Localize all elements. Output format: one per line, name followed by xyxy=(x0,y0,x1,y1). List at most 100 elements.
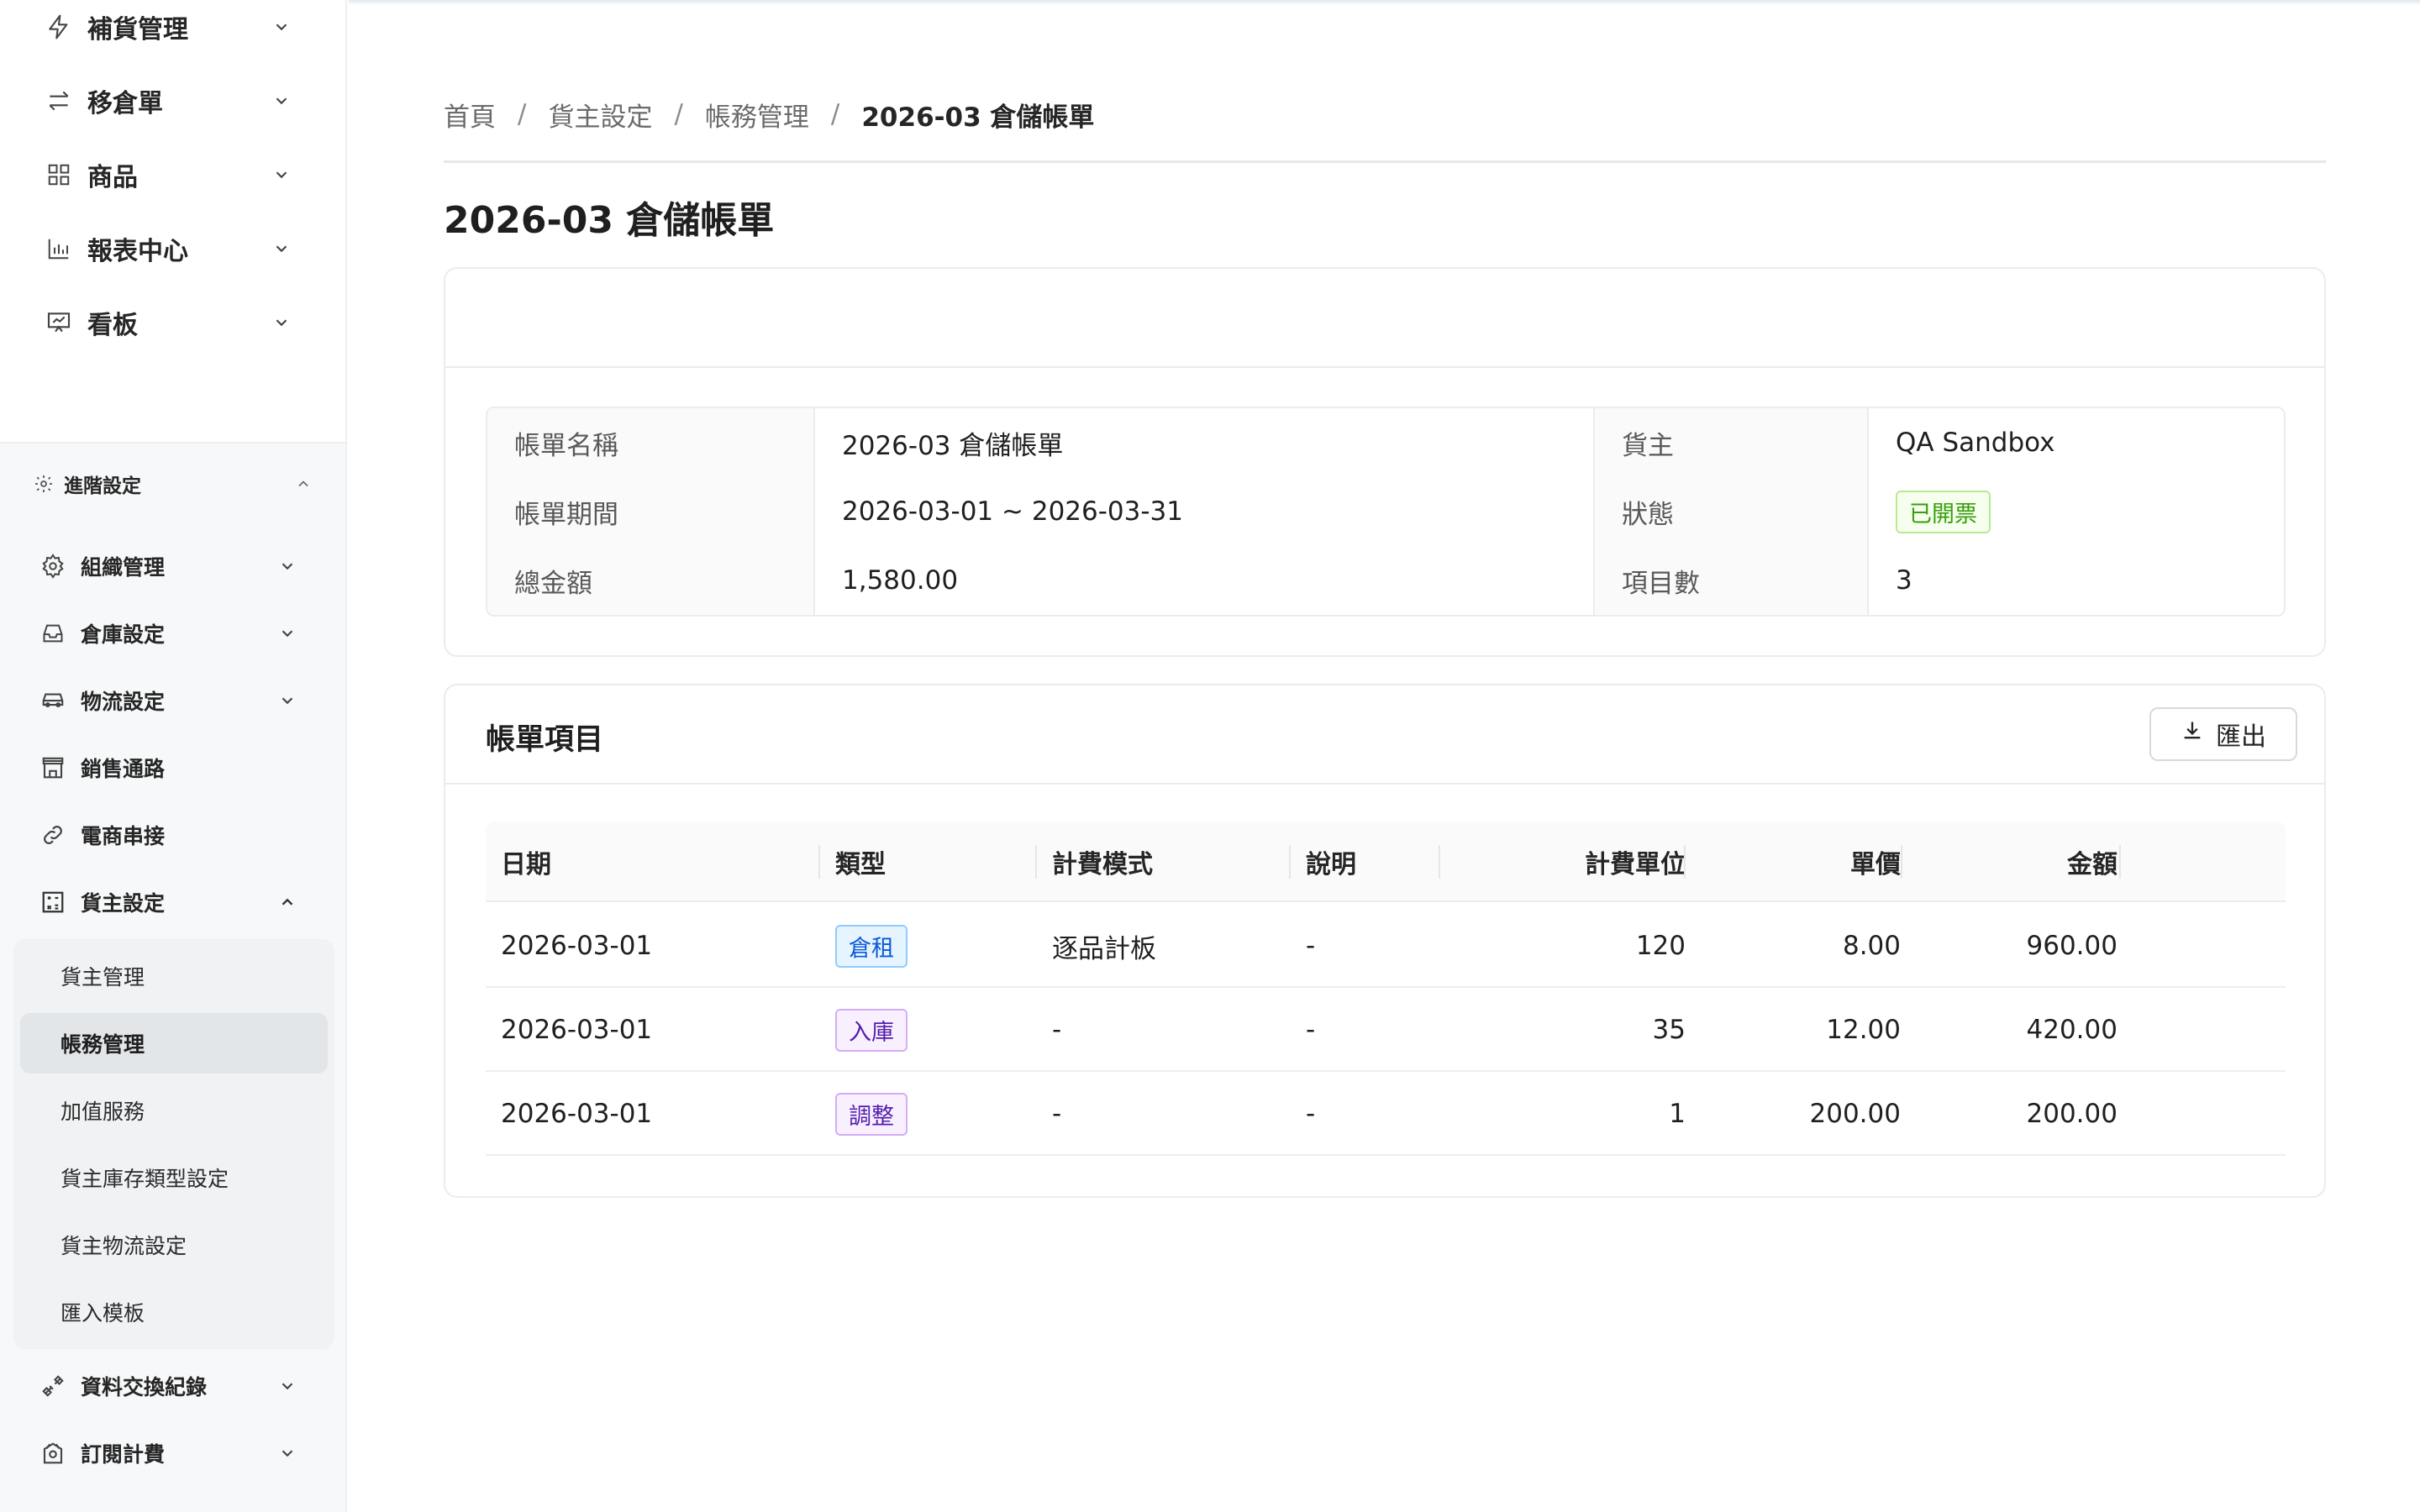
sidebar-item-organization[interactable]: 組織管理 xyxy=(0,534,345,598)
section-label: 進階設定 xyxy=(64,475,141,497)
cell-unit-price: 200.00 xyxy=(1809,1099,1901,1129)
cell-billing-units: 35 xyxy=(1652,1015,1686,1045)
sidebar-item-label: 商品 xyxy=(87,163,138,192)
breadcrumb-shipper-settings[interactable]: 貨主設定 xyxy=(548,96,652,134)
sidebar-item-data-exchange-log[interactable]: 資料交換紀錄 xyxy=(0,1354,345,1418)
export-button-label: 匯出 xyxy=(2216,722,2266,752)
chevron-up-icon xyxy=(292,473,314,495)
type-tag: 入庫 xyxy=(835,1008,908,1052)
column-header-amount[interactable]: 金額 xyxy=(1901,822,2118,902)
submenu-item-shipper-logistics[interactable]: 貨主物流設定 xyxy=(20,1215,328,1275)
sidebar-item-sales-channels[interactable]: 銷售通路 xyxy=(0,736,345,800)
column-header-billing-units[interactable]: 計費單位 xyxy=(1439,822,1686,902)
bill-description-table: 帳單名稱 2026-03 倉儲帳單 貨主 QA Sandbox 帳單期間 202… xyxy=(486,407,2286,617)
sidebar-item-ecommerce[interactable]: 電商串接 xyxy=(0,803,345,867)
transfer-icon xyxy=(44,86,74,116)
api-icon xyxy=(39,1372,67,1400)
field-label-shipper: 貨主 xyxy=(1595,408,1869,477)
card-header-divider xyxy=(445,783,2324,785)
column-header-unit-price[interactable]: 單價 xyxy=(1684,822,1901,902)
submenu-item-value-added-services[interactable]: 加值服務 xyxy=(20,1080,328,1141)
column-divider xyxy=(1289,845,1291,879)
column-header-date[interactable]: 日期 xyxy=(501,822,551,902)
card-header-divider xyxy=(445,366,2324,368)
cell-amount: 960.00 xyxy=(2026,931,2118,961)
cell-amount: 420.00 xyxy=(2026,1015,2118,1045)
submenu-item-label: 匯入模板 xyxy=(60,1301,145,1326)
breadcrumb-separator: / xyxy=(518,99,527,129)
cell-date: 2026-03-01 xyxy=(501,931,653,961)
sidebar-item-label: 訂閱計費 xyxy=(81,1442,166,1467)
chevron-down-icon xyxy=(269,14,294,39)
field-value-item-count: 3 xyxy=(1869,546,2284,615)
field-value-total-amount: 1,580.00 xyxy=(815,546,1595,615)
bar-chart-icon xyxy=(44,234,74,264)
table-row[interactable]: 2026-03-01 倉租 逐品計板 - 120 8.00 960.00 xyxy=(486,904,2286,988)
breadcrumb: 首頁 / 貨主設定 / 帳務管理 / 2026-03 倉儲帳單 xyxy=(444,96,1094,133)
table-row[interactable]: 2026-03-01 調整 - - 1 200.00 200.00 xyxy=(486,1072,2286,1156)
chevron-down-icon xyxy=(276,1441,299,1465)
submenu-item-shipper-management[interactable]: 貨主管理 xyxy=(20,946,328,1006)
sidebar-item-shipper-settings[interactable]: 貨主設定 xyxy=(0,870,345,934)
field-label-bill-name: 帳單名稱 xyxy=(487,408,815,477)
submenu-item-label: 帳務管理 xyxy=(60,1032,145,1057)
sidebar-item-label: 物流設定 xyxy=(81,690,166,714)
chevron-down-icon xyxy=(269,236,294,261)
export-button[interactable]: 匯出 xyxy=(2149,707,2297,761)
column-header-type[interactable]: 類型 xyxy=(835,822,886,902)
sidebar-item-dashboard[interactable]: 看板 xyxy=(0,286,345,360)
cell-description: - xyxy=(1306,931,1316,961)
description-row: 總金額 1,580.00 項目數 3 xyxy=(487,546,2284,615)
bill-items-card: 帳單項目 匯出 日期 類型 計費模式 說明 計費單位 單價 金額 2026-03… xyxy=(444,684,2326,1198)
cell-date: 2026-03-01 xyxy=(501,1099,653,1129)
sidebar-item-products[interactable]: 商品 xyxy=(0,138,345,212)
cell-unit-price: 8.00 xyxy=(1842,931,1901,961)
chevron-down-icon xyxy=(269,88,294,113)
advanced-settings-header[interactable]: 進階設定 xyxy=(0,460,345,507)
calculator-icon xyxy=(39,888,67,916)
gear-icon xyxy=(39,552,67,580)
submenu-item-import-templates[interactable]: 匯入模板 xyxy=(20,1282,328,1342)
breadcrumb-separator: / xyxy=(674,99,683,129)
cell-unit-price: 12.00 xyxy=(1826,1015,1901,1045)
breadcrumb-home[interactable]: 首頁 xyxy=(444,96,496,134)
breadcrumb-billing-management[interactable]: 帳務管理 xyxy=(705,96,809,134)
gear-icon xyxy=(32,472,55,496)
sidebar-item-logistics[interactable]: 物流設定 xyxy=(0,669,345,732)
header-shadow xyxy=(349,0,2420,5)
sidebar-item-label: 資料交換紀錄 xyxy=(81,1375,208,1399)
inbox-icon xyxy=(39,619,67,648)
cell-billing-units: 1 xyxy=(1669,1099,1686,1129)
sidebar-item-warehouse[interactable]: 倉庫設定 xyxy=(0,601,345,665)
sidebar-item-label: 報表中心 xyxy=(87,237,188,266)
sidebar-item-label: 移倉單 xyxy=(87,89,163,118)
sidebar-item-reports[interactable]: 報表中心 xyxy=(0,212,345,286)
field-value-shipper: QA Sandbox xyxy=(1869,408,2284,477)
sidebar-item-replenishment[interactable]: 補貨管理 xyxy=(0,0,345,64)
table-row[interactable]: 2026-03-01 入庫 - - 35 12.00 420.00 xyxy=(486,988,2286,1072)
bolt-icon xyxy=(44,12,74,42)
field-value-bill-name: 2026-03 倉儲帳單 xyxy=(815,408,1595,477)
sidebar: 補貨管理 移倉單 商品 報表中心 看板 進階設定 組織管理 倉庫設定 物流設定 … xyxy=(0,0,347,1512)
sidebar-item-subscription[interactable]: 訂閱計費 xyxy=(0,1421,345,1485)
link-icon xyxy=(39,821,67,849)
submenu-item-inventory-type-settings[interactable]: 貨主庫存類型設定 xyxy=(20,1147,328,1208)
chevron-down-icon xyxy=(269,310,294,335)
column-header-billing-mode[interactable]: 計費模式 xyxy=(1052,822,1153,902)
chevron-down-icon xyxy=(269,162,294,187)
chevron-down-icon xyxy=(276,689,299,712)
chevron-up-icon xyxy=(276,890,299,914)
car-icon xyxy=(39,686,67,715)
submenu-item-billing-management[interactable]: 帳務管理 xyxy=(20,1013,328,1074)
status-badge: 已開票 xyxy=(1896,490,1991,533)
field-label-item-count: 項目數 xyxy=(1595,546,1869,615)
sidebar-item-transfer[interactable]: 移倉單 xyxy=(0,64,345,138)
breadcrumb-current: 2026-03 倉儲帳單 xyxy=(861,102,1095,133)
sidebar-item-label: 貨主設定 xyxy=(81,891,166,916)
description-row: 帳單期間 2026-03-01 ~ 2026-03-31 狀態 已開票 xyxy=(487,477,2284,546)
breadcrumb-separator: / xyxy=(830,99,840,129)
sidebar-item-label: 看板 xyxy=(87,311,138,340)
column-header-description[interactable]: 說明 xyxy=(1306,822,1356,902)
field-value-status: 已開票 xyxy=(1869,477,2284,546)
cell-description: - xyxy=(1306,1099,1316,1129)
